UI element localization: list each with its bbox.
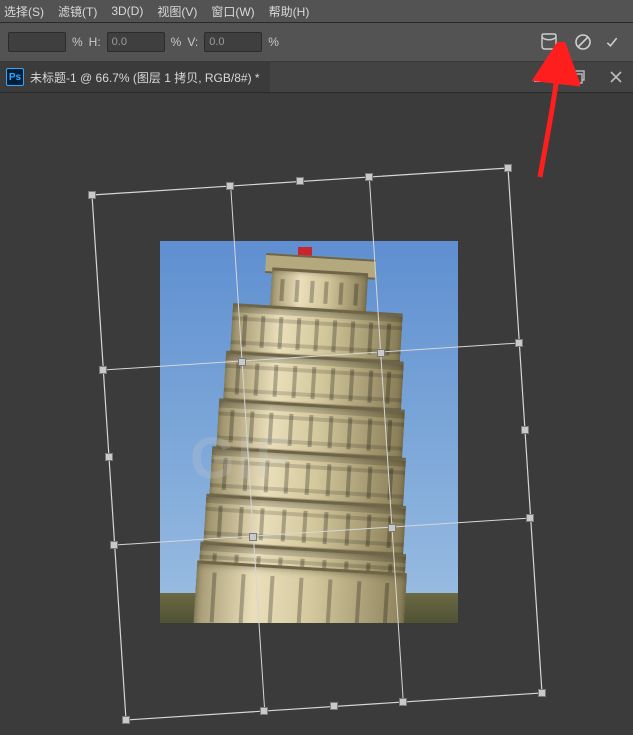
minimize-button[interactable] <box>531 68 549 86</box>
menu-window[interactable]: 窗口(W) <box>211 3 254 20</box>
handle-right-mid[interactable] <box>521 426 529 434</box>
canvas-area[interactable]: GIF <box>0 93 633 735</box>
handle-left-third-1[interactable] <box>99 366 107 374</box>
warp-mode-button[interactable] <box>537 30 561 54</box>
close-icon <box>609 70 623 84</box>
options-right-controls <box>537 30 625 54</box>
handle-right-third-2[interactable] <box>526 514 534 522</box>
menu-filter[interactable]: 滤镜(T) <box>58 3 97 20</box>
handle-bottom-third-1[interactable] <box>260 707 268 715</box>
warp-icon <box>539 32 559 52</box>
handle-top-third-1[interactable] <box>226 182 234 190</box>
close-button[interactable] <box>607 68 625 86</box>
cancel-transform-button[interactable] <box>571 30 595 54</box>
handle-top-mid[interactable] <box>296 177 304 185</box>
handle-top-left[interactable] <box>88 191 96 199</box>
cancel-icon <box>574 33 592 51</box>
handle-right-third-1[interactable] <box>515 339 523 347</box>
commit-transform-button[interactable] <box>605 30 619 54</box>
handle-left-mid[interactable] <box>105 453 113 461</box>
restore-button[interactable] <box>569 68 587 86</box>
percent-label-3: % <box>268 35 279 49</box>
handle-bottom-mid[interactable] <box>330 702 338 710</box>
value-input-1[interactable] <box>8 32 66 52</box>
commit-icon <box>605 33 619 51</box>
percent-label-2: % <box>171 35 182 49</box>
canvas-image[interactable] <box>160 241 458 623</box>
menu-help[interactable]: 帮助(H) <box>269 3 310 20</box>
document-window-controls <box>531 68 625 86</box>
handle-left-third-2[interactable] <box>110 541 118 549</box>
handle-bottom-right[interactable] <box>538 689 546 697</box>
menu-3d[interactable]: 3D(D) <box>111 4 143 18</box>
percent-label-1: % <box>72 35 83 49</box>
minimize-icon <box>533 70 547 84</box>
h-value-input[interactable]: 0.0 <box>107 32 165 52</box>
photoshop-icon: Ps <box>6 68 24 86</box>
document-tab[interactable]: Ps 未标题-1 @ 66.7% (图层 1 拷贝, RGB/8#) * <box>0 62 270 92</box>
tower <box>193 264 425 623</box>
restore-icon <box>571 70 585 84</box>
document-title: 未标题-1 @ 66.7% (图层 1 拷贝, RGB/8#) * <box>30 69 260 86</box>
handle-top-right[interactable] <box>504 164 512 172</box>
menu-bar: 选择(S) 滤镜(T) 3D(D) 视图(V) 窗口(W) 帮助(H) <box>0 0 633 23</box>
handle-bottom-left[interactable] <box>122 716 130 724</box>
handle-top-third-2[interactable] <box>365 173 373 181</box>
handle-bottom-third-2[interactable] <box>399 698 407 706</box>
document-tab-bar: Ps 未标题-1 @ 66.7% (图层 1 拷贝, RGB/8#) * <box>0 62 633 93</box>
options-bar: % H: 0.0 % V: 0.0 % <box>0 23 633 62</box>
menu-select[interactable]: 选择(S) <box>4 3 44 20</box>
v-value-input[interactable]: 0.0 <box>204 32 262 52</box>
menu-view[interactable]: 视图(V) <box>157 3 197 20</box>
h-label: H: <box>89 35 101 49</box>
v-label: V: <box>187 35 198 49</box>
